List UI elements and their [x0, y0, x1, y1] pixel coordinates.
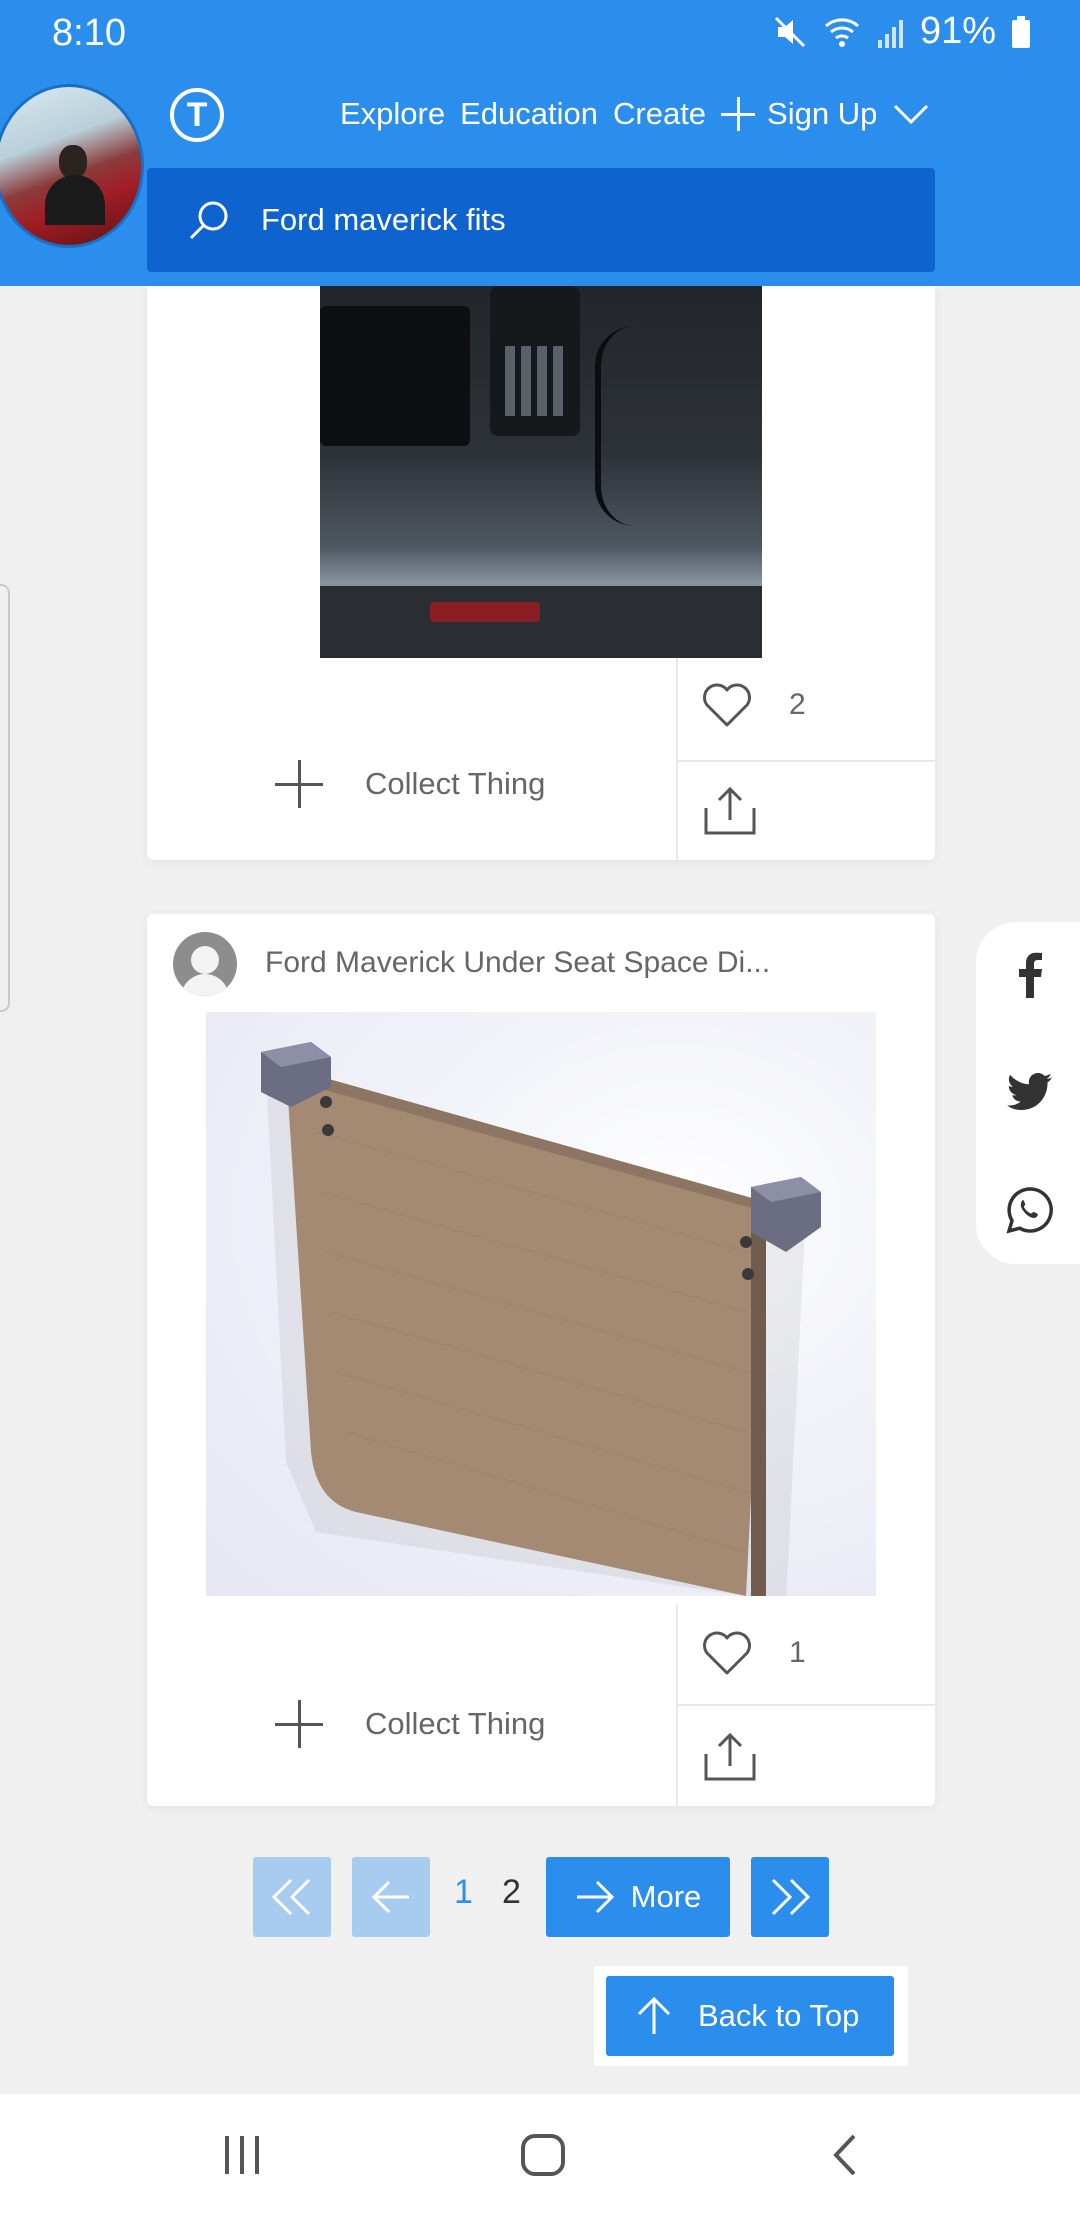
status-bar: 8:10 91% — [0, 0, 1080, 66]
collect-thing-label: Collect Thing — [365, 766, 546, 801]
collect-thing-button[interactable]: Collect Thing — [147, 1700, 675, 1748]
back-to-top-button[interactable]: Back to Top — [606, 1976, 894, 2056]
back-icon[interactable] — [830, 2132, 860, 2178]
last-page-button[interactable] — [751, 1857, 829, 1937]
search-icon — [189, 201, 228, 240]
home-icon[interactable] — [520, 2132, 566, 2178]
chevron-down-icon[interactable] — [892, 102, 930, 126]
arrow-up-icon — [637, 1996, 671, 2034]
nav-explore[interactable]: Explore — [340, 96, 445, 132]
back-to-top-container: Back to Top — [594, 1966, 908, 2066]
first-page-button[interactable] — [253, 1857, 331, 1937]
page-2-link[interactable]: 2 — [502, 1873, 521, 1912]
double-chevron-left-icon — [271, 1878, 311, 1916]
share-button[interactable] — [703, 786, 757, 841]
prev-page-button[interactable] — [352, 1857, 430, 1937]
battery-icon — [1012, 15, 1030, 48]
nav-create[interactable]: Create — [613, 96, 706, 132]
plus-icon[interactable] — [721, 97, 756, 131]
whatsapp-icon[interactable] — [1004, 1184, 1056, 1236]
collect-thing-label: Collect Thing — [365, 1706, 546, 1741]
search-bar[interactable]: Ford maverick fits — [147, 168, 935, 272]
system-navigation-bar — [0, 2094, 1080, 2220]
share-button[interactable] — [703, 1732, 757, 1787]
social-share-bar — [976, 922, 1080, 1264]
mute-icon — [774, 16, 805, 47]
more-button[interactable]: More — [546, 1857, 730, 1937]
plus-icon — [275, 760, 323, 808]
author-avatar[interactable] — [173, 932, 237, 996]
signal-icon — [877, 19, 903, 48]
thing-title[interactable]: Ford Maverick Under Seat Space Di... — [265, 946, 770, 980]
heart-icon — [703, 683, 751, 727]
like-count: 1 — [789, 1636, 806, 1669]
twitter-icon[interactable] — [1004, 1066, 1056, 1118]
wifi-icon — [824, 17, 859, 47]
nav-education[interactable]: Education — [460, 96, 598, 132]
thingiverse-logo[interactable]: T — [170, 88, 224, 142]
user-avatar[interactable] — [0, 84, 144, 248]
status-time: 8:10 — [52, 12, 126, 54]
main-nav: Explore Education Create Sign Up — [340, 96, 930, 132]
back-to-top-label: Back to Top — [698, 1998, 860, 2033]
heart-icon — [703, 1631, 751, 1675]
like-button[interactable]: 2 — [701, 682, 806, 728]
side-drawer-handle[interactable] — [0, 584, 10, 1012]
plus-icon — [275, 1700, 323, 1748]
nav-signup[interactable]: Sign Up — [767, 96, 877, 132]
recent-apps-icon[interactable] — [222, 2132, 262, 2178]
arrow-right-icon — [576, 1880, 614, 1914]
battery-percent: 91% — [919, 10, 996, 52]
facebook-icon[interactable] — [1004, 948, 1056, 1000]
thing-image[interactable] — [320, 286, 762, 658]
thing-card: Collect Thing 2 — [147, 286, 935, 860]
thing-card: Ford Maverick Under Seat Space Di... Col… — [147, 914, 935, 1806]
thing-image[interactable] — [206, 1012, 876, 1602]
status-icons: 91% — [772, 10, 1032, 53]
search-input[interactable]: Ford maverick fits — [261, 202, 506, 238]
arrow-left-icon — [371, 1880, 409, 1914]
collect-thing-button[interactable]: Collect Thing — [147, 760, 675, 808]
page-1-link[interactable]: 1 — [454, 1873, 473, 1912]
like-button[interactable]: 1 — [701, 1630, 806, 1676]
like-count: 2 — [789, 688, 806, 721]
share-icon — [704, 1732, 756, 1781]
share-icon — [704, 786, 756, 835]
app-header: 8:10 91% T Explore Education Create Sign… — [0, 0, 1080, 286]
double-chevron-right-icon — [771, 1878, 811, 1916]
more-label: More — [630, 1879, 702, 1914]
